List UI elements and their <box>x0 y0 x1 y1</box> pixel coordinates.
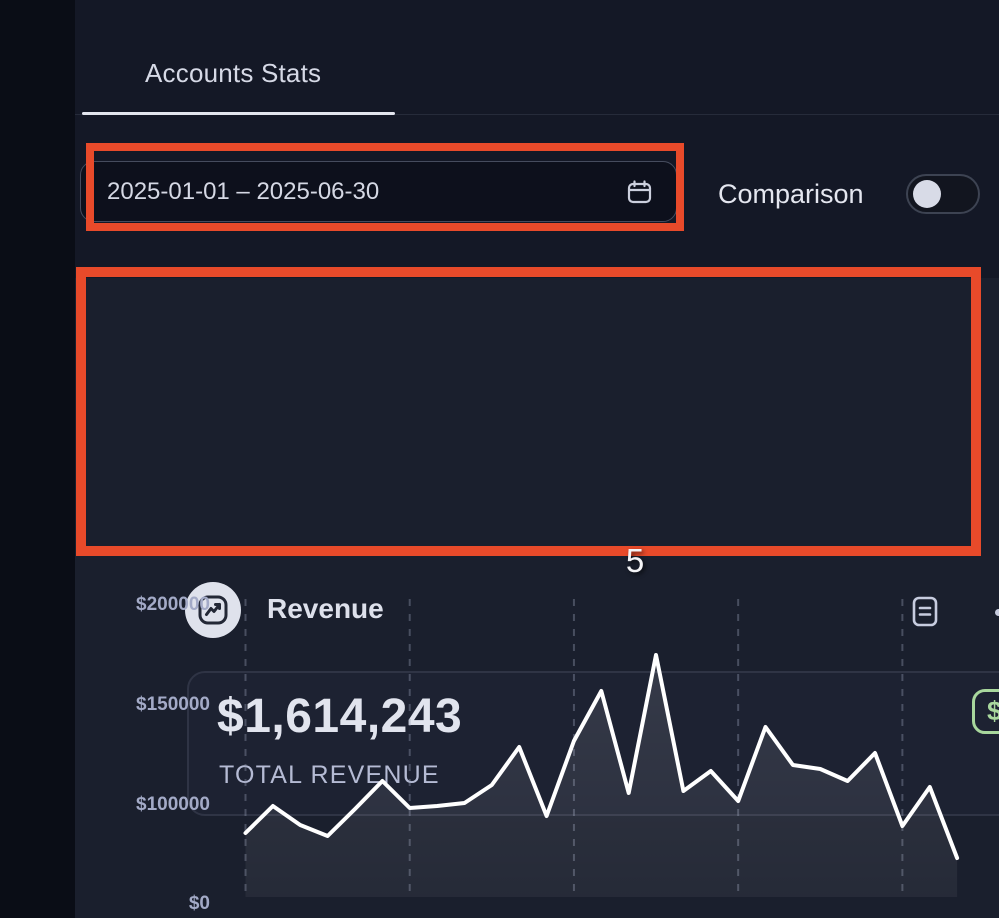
revenue-trend-icon <box>185 582 241 638</box>
date-range-value: 2025-01-01 – 2025-06-30 <box>107 178 627 206</box>
comparison-label: Comparison <box>718 179 864 210</box>
total-revenue-box: $1,614,243 TOTAL REVENUE $ <box>187 671 999 816</box>
report-document-button[interactable] <box>907 592 943 630</box>
card-title: Revenue <box>267 593 384 625</box>
dollar-icon: $ <box>972 689 999 734</box>
more-options-button[interactable] <box>989 598 999 626</box>
revenue-card: Revenue $1,614,243 TOTAL REVENUE $ <box>75 278 999 918</box>
dashboard-screen: Accounts Stats 2025-01-01 – 2025-06-30 C… <box>0 0 999 918</box>
tab-label: Accounts Stats <box>145 58 321 88</box>
calendar-icon[interactable] <box>627 180 652 204</box>
active-tab-indicator <box>82 112 395 115</box>
toggle-knob <box>913 180 941 208</box>
document-icon <box>912 596 938 627</box>
tab-accounts-stats[interactable]: Accounts Stats <box>145 58 321 89</box>
total-revenue-value: $1,614,243 <box>217 689 462 744</box>
date-range-input[interactable]: 2025-01-01 – 2025-06-30 <box>80 161 677 222</box>
comparison-toggle[interactable] <box>906 174 980 214</box>
ellipsis-icon <box>995 609 999 616</box>
left-edge-panel <box>0 0 75 918</box>
total-revenue-label: TOTAL REVENUE <box>219 761 440 790</box>
